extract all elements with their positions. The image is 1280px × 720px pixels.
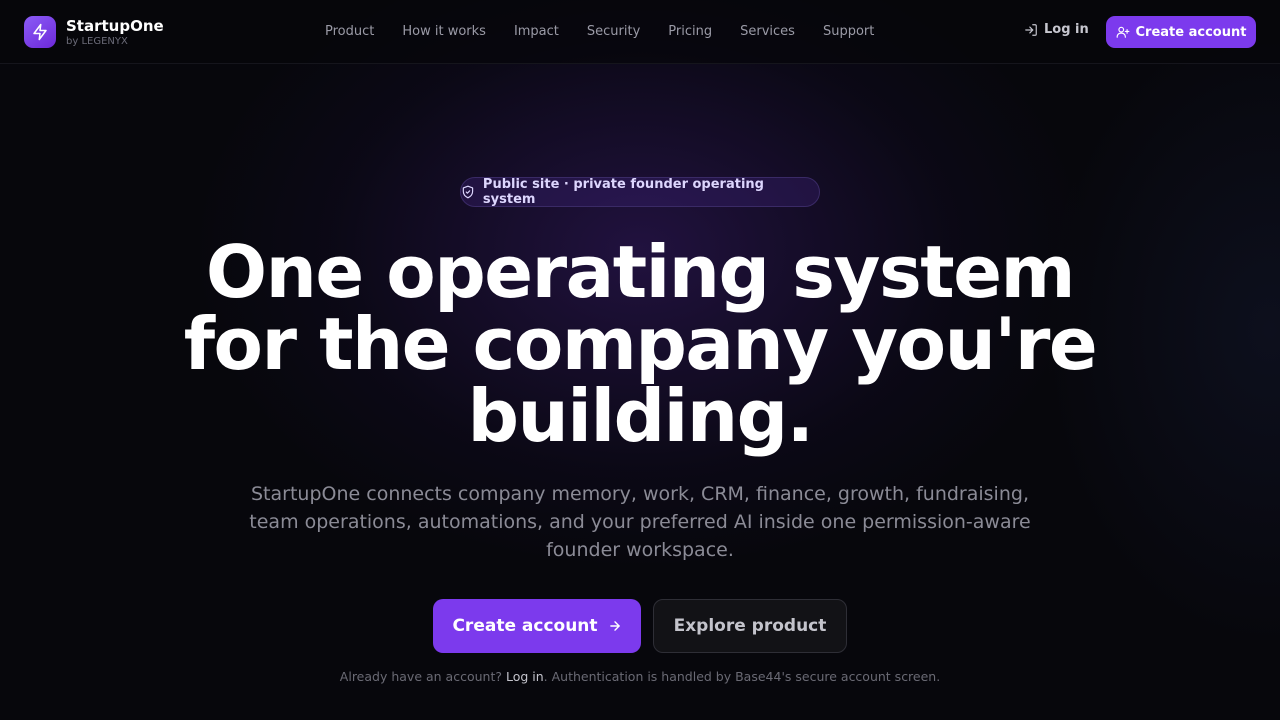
landing-page: StartupOne by LEGENYX Product How it wor… xyxy=(0,0,1280,720)
nav-item-security[interactable]: Security xyxy=(573,22,654,42)
nav-item-how-it-works[interactable]: How it works xyxy=(388,22,500,42)
footnote-suffix: . Authentication is handled by Base44's … xyxy=(543,669,941,684)
footnote-login-link[interactable]: Log in xyxy=(506,669,544,684)
nav-item-impact[interactable]: Impact xyxy=(500,22,573,42)
login-label: Log in xyxy=(1044,22,1089,37)
shield-check-icon xyxy=(462,185,474,199)
nav-item-pricing[interactable]: Pricing xyxy=(654,22,726,42)
nav-item-support[interactable]: Support xyxy=(809,22,888,42)
arrow-right-icon xyxy=(609,621,620,631)
login-link[interactable]: Log in xyxy=(1024,22,1089,37)
top-navigation-bar: StartupOne by LEGENYX Product How it wor… xyxy=(0,0,1280,64)
hero-footnote: Already have an account? Log in. Authent… xyxy=(240,668,1040,686)
footnote-prefix: Already have an account? xyxy=(339,669,506,684)
brand-logo[interactable]: StartupOne by LEGENYX xyxy=(24,16,164,48)
brand-byline: by LEGENYX xyxy=(66,35,128,47)
create-account-cta-label: Create account xyxy=(452,616,598,636)
create-account-button[interactable]: Create account xyxy=(433,599,641,653)
create-account-button-header[interactable]: Create account xyxy=(1106,16,1256,48)
main-nav: Product How it works Impact Security Pri… xyxy=(311,22,888,42)
create-account-label: Create account xyxy=(1135,24,1247,40)
lightning-bolt-icon xyxy=(24,16,56,48)
explore-product-button[interactable]: Explore product xyxy=(653,599,847,653)
nav-item-services[interactable]: Services xyxy=(726,22,809,42)
hero-badge-text: Public site · private founder operating … xyxy=(482,177,764,207)
explore-product-label: Explore product xyxy=(673,616,827,636)
brand-text: StartupOne by LEGENYX xyxy=(66,17,164,48)
log-in-icon xyxy=(1025,23,1037,36)
hero-subtext: StartupOne connects company memory, work… xyxy=(249,483,1031,561)
nav-item-product[interactable]: Product xyxy=(311,22,388,42)
hero-headline: One operating system for the company you… xyxy=(183,230,1098,458)
user-plus-icon xyxy=(1116,26,1129,38)
hero-badge: Public site · private founder operating … xyxy=(460,177,820,207)
brand-name: StartupOne xyxy=(66,16,164,35)
